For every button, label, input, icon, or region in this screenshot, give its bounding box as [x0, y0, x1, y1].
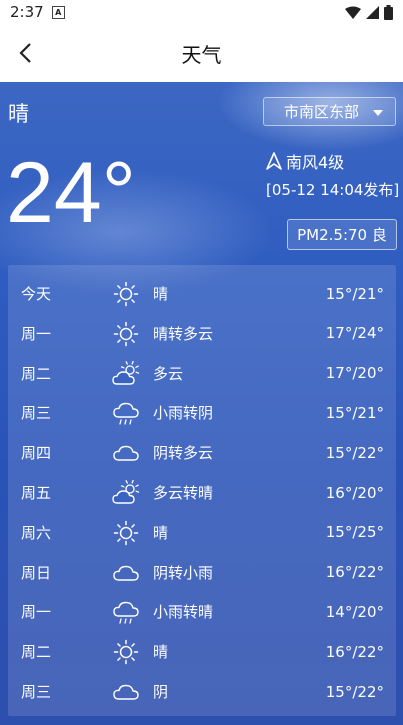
forecast-row: 周一 晴转多云 17°/24° — [8, 314, 396, 353]
forecast-condition: 多云 — [153, 364, 184, 383]
signal-icon — [366, 5, 379, 19]
forecast-condition: 阴 — [153, 683, 169, 701]
forecast-row: 周二 多云 17°/20° — [8, 354, 396, 393]
wind-text: 南风4级 — [286, 153, 345, 172]
status-right — [345, 4, 393, 20]
forecast-condition: 小雨转晴 — [153, 603, 214, 622]
forecast-day: 今天 — [21, 285, 52, 303]
chevron-left-icon — [19, 43, 31, 63]
light-rain-icon — [113, 403, 139, 426]
forecast-temperature-range: 15°/22° — [325, 682, 384, 701]
current-temperature: 24° — [6, 145, 137, 241]
partly-cloudy-icon — [112, 360, 140, 385]
partly-cloudy-icon — [112, 479, 140, 504]
sunny-icon — [113, 321, 139, 347]
forecast-row: 周二 晴 16°/22° — [8, 632, 396, 671]
location-select[interactable]: 市南区东部 — [263, 97, 396, 126]
forecast-temperature-range: 17°/24° — [325, 324, 384, 343]
forecast-condition: 阴转多云 — [153, 444, 214, 463]
page-title: 天气 — [181, 42, 222, 67]
forecast-day: 周二 — [21, 364, 52, 383]
forecast-temperature-range: 17°/20° — [325, 364, 384, 383]
forecast-temperature-range: 15°/21° — [325, 284, 384, 303]
forecast-day: 周四 — [21, 444, 52, 463]
wind-direction-icon — [266, 152, 282, 170]
weather-panel: 晴 市南区东部 24° 南风4级 [05-12 14:04发布] PM2.5:7… — [0, 82, 403, 725]
forecast-day: 周六 — [21, 523, 52, 542]
status-bar: 2:37 A — [0, 0, 403, 24]
aqi-badge: PM2.5:70 良 — [287, 219, 397, 250]
forecast-temperature-range: 15°/25° — [325, 523, 384, 542]
app-bar: 天气 — [0, 24, 403, 82]
forecast-day: 周日 — [21, 563, 52, 582]
forecast-row: 今天 晴 15°/21° — [8, 274, 396, 313]
forecast-condition: 晴 — [153, 523, 169, 542]
wifi-icon — [345, 6, 361, 19]
forecast-list: 今天晴 15°/21° 周一 晴转多云 17°/24° 周二 多云 17°/20° 周三 小雨转阴… — [8, 265, 396, 716]
forecast-temperature-range: 16°/22° — [325, 563, 384, 582]
back-button[interactable] — [8, 36, 42, 70]
forecast-row: 周五 多云转晴 16°/20° — [8, 473, 396, 512]
forecast-temperature-range: 15°/21° — [325, 403, 384, 422]
forecast-condition: 多云转晴 — [153, 484, 214, 502]
forecast-condition: 晴转多云 — [153, 324, 214, 343]
light-rain-icon — [113, 602, 139, 625]
forecast-condition: 小雨转阴 — [153, 404, 214, 423]
forecast-day: 周三 — [21, 683, 52, 701]
forecast-condition: 晴 — [153, 285, 169, 303]
forecast-row: 周六 晴 15°/25° — [8, 513, 396, 552]
cloudy-icon — [113, 565, 139, 581]
forecast-condition: 晴 — [153, 643, 169, 662]
forecast-temperature-range: 15°/22° — [325, 443, 384, 462]
forecast-row: 周三 阴 15°/22° — [8, 672, 396, 711]
notification-icon: A — [51, 5, 65, 19]
forecast-row: 周日 阴转小雨 16°/22° — [8, 553, 396, 592]
cloudy-icon — [113, 445, 139, 461]
forecast-day: 周二 — [21, 643, 52, 662]
sunny-icon — [113, 281, 139, 307]
cloudy-icon — [113, 684, 139, 700]
forecast-row: 周四 阴转多云 15°/22° — [8, 433, 396, 472]
forecast-day: 周五 — [21, 484, 52, 502]
location-value: 市南区东部 — [284, 103, 360, 121]
forecast-temperature-range: 14°/20° — [325, 602, 384, 621]
forecast-day: 周一 — [21, 324, 52, 343]
status-left: 2:37 A — [10, 3, 65, 21]
forecast-temperature-range: 16°/22° — [325, 642, 384, 661]
current-condition: 晴 — [8, 102, 29, 126]
sunny-icon — [113, 520, 139, 546]
forecast-row: 周三 小雨转阴 15°/21° — [8, 393, 396, 432]
wind-info: 南风4级 — [266, 149, 344, 173]
forecast-day: 周三 — [21, 404, 52, 423]
caret-down-icon — [373, 110, 383, 116]
sunny-icon — [113, 639, 139, 665]
forecast-condition: 阴转小雨 — [153, 563, 214, 582]
battery-icon — [384, 4, 393, 20]
forecast-day: 周一 — [21, 603, 52, 622]
forecast-row: 周一 小雨转晴 14°/20° — [8, 592, 396, 631]
status-time: 2:37 — [10, 3, 44, 21]
publish-time: [05-12 14:04发布] — [266, 181, 400, 199]
forecast-temperature-range: 16°/20° — [325, 483, 384, 502]
